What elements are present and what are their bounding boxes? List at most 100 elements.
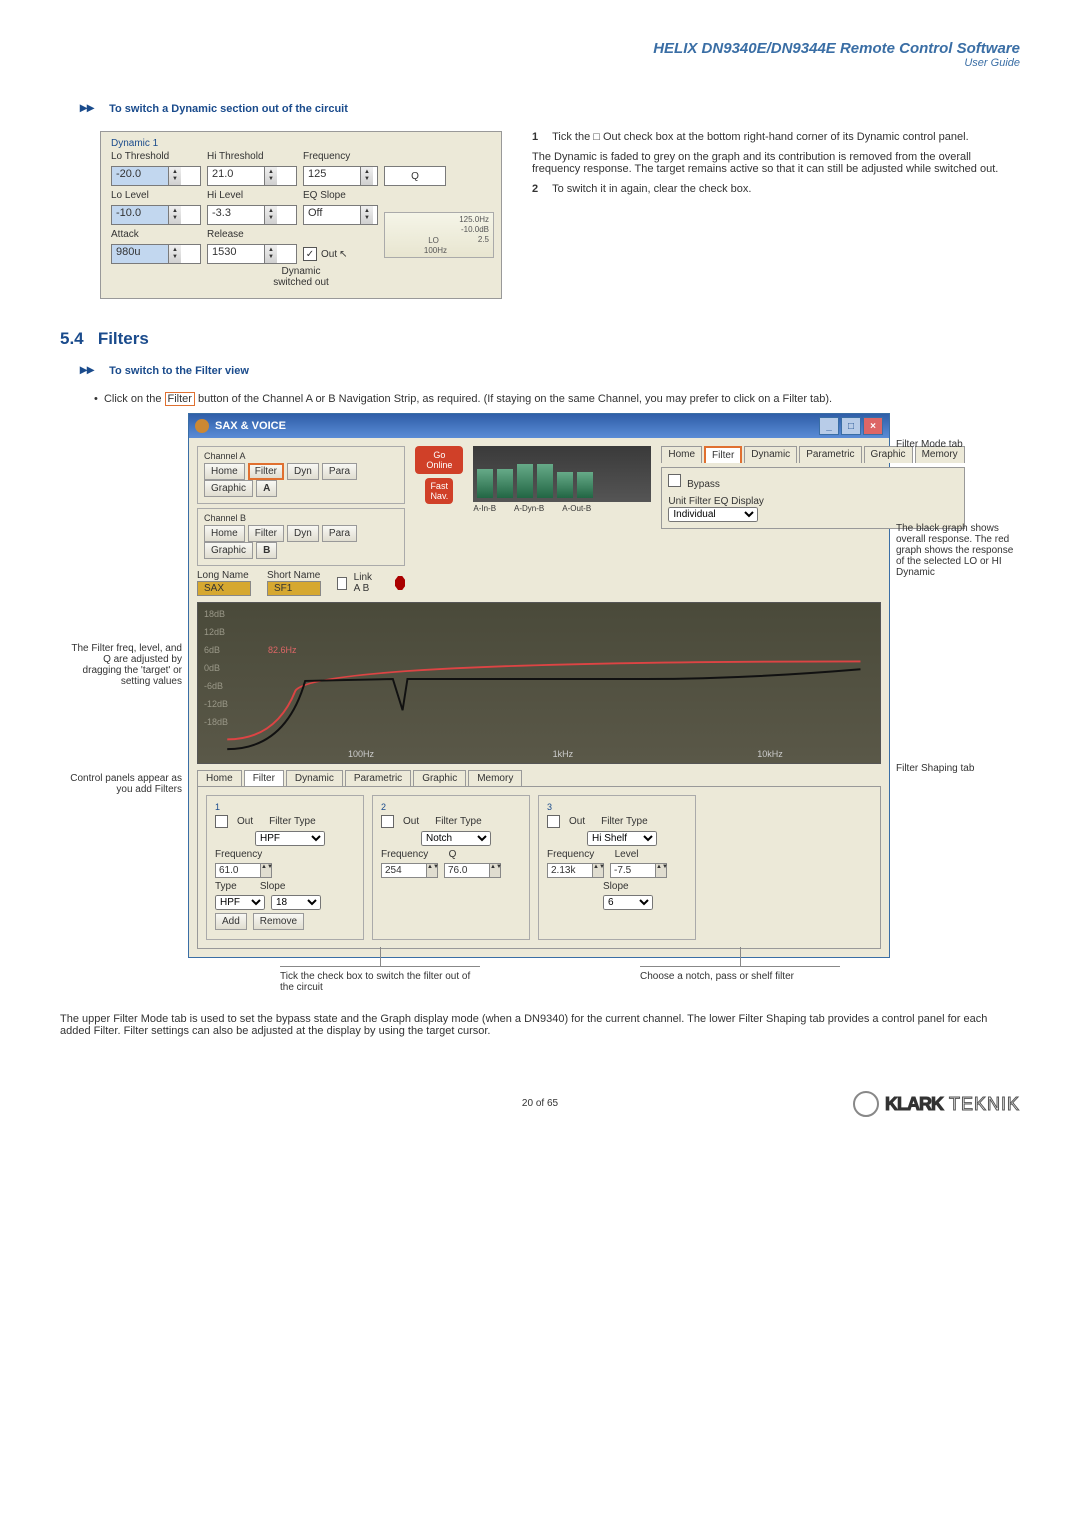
dynamic-callout: Dynamic switched out xyxy=(111,266,491,288)
dyn-button[interactable]: Dyn xyxy=(287,525,319,542)
callout-right-1: Filter Mode tab xyxy=(896,439,1016,450)
hi-level-spinner[interactable]: -3.3▲▼ xyxy=(207,205,297,225)
spinner-arrows-icon[interactable]: ▲▼ xyxy=(360,167,373,185)
channel-b-panel: Channel B Home Filter Dyn Para Graphic B xyxy=(197,508,405,566)
home-button[interactable]: Home xyxy=(204,463,245,480)
close-button[interactable]: × xyxy=(863,417,883,435)
level-meters xyxy=(473,446,651,502)
para-button[interactable]: Para xyxy=(322,463,357,480)
spinner-arrows-icon[interactable]: ▲▼ xyxy=(168,245,181,263)
lo-level-spinner[interactable]: -10.0▲▼ xyxy=(111,205,201,225)
out-checkbox[interactable] xyxy=(547,815,560,828)
attack-spinner[interactable]: 980u▲▼ xyxy=(111,244,201,264)
step-1-text: Tick the □ Out check box at the bottom r… xyxy=(552,131,969,143)
freq-spinner[interactable]: 61.0▲▼ xyxy=(215,863,272,878)
filter-type-select[interactable]: Notch xyxy=(421,831,491,846)
graphic-button[interactable]: Graphic xyxy=(204,542,253,559)
filter-button[interactable]: Filter xyxy=(248,525,284,542)
out-checkbox[interactable]: ✓ Out ↖ xyxy=(303,247,378,261)
short-name-label: Short Name xyxy=(267,570,320,581)
eq-slope-spinner[interactable]: Off▲▼ xyxy=(303,205,378,225)
bypass-checkbox[interactable]: Bypass xyxy=(668,479,720,490)
freq-spinner[interactable]: 2.13k▲▼ xyxy=(547,863,604,878)
step-1: 1 Tick the □ Out check box at the bottom… xyxy=(532,131,1020,143)
tab-home[interactable]: Home xyxy=(197,770,242,786)
stop-icon[interactable] xyxy=(395,576,405,590)
tab-memory[interactable]: Memory xyxy=(468,770,522,786)
doc-subtitle: User Guide xyxy=(60,57,1020,69)
maximize-button[interactable]: □ xyxy=(841,417,861,435)
tab-home[interactable]: Home xyxy=(661,446,702,463)
remove-button[interactable]: Remove xyxy=(253,913,304,930)
proc-heading-2: ▸▸ To switch to the Filter view xyxy=(80,361,1020,378)
lo-thresh-label: Lo Threshold xyxy=(111,151,201,162)
proc-heading-1-text: To switch a Dynamic section out of the c… xyxy=(109,103,348,115)
tab-parametric[interactable]: Parametric xyxy=(799,446,861,463)
proc-heading-1: ▸▸ To switch a Dynamic section out of th… xyxy=(80,99,1020,116)
minimize-button[interactable]: _ xyxy=(819,417,839,435)
lo-level-label: Lo Level xyxy=(111,190,201,201)
filter-shaping-pane: 1 Out Filter Type HPF Frequency 61.0▲▼ T… xyxy=(197,786,881,949)
step-1-num: 1 xyxy=(532,131,538,143)
dynamic-panel-title: Dynamic 1 xyxy=(111,138,491,149)
tab-graphic[interactable]: Graphic xyxy=(413,770,466,786)
checkbox-icon[interactable]: ✓ xyxy=(303,247,317,261)
lo-thresh-spinner[interactable]: -20.0▲▼ xyxy=(111,166,201,186)
release-label: Release xyxy=(207,229,297,240)
window-titlebar[interactable]: SAX & VOICE _ □ × xyxy=(189,414,889,438)
filter-2: 2 Out Filter Type Notch Frequency Q 254▲… xyxy=(372,795,530,940)
spinner-arrows-icon[interactable]: ▲▼ xyxy=(168,167,181,185)
app-icon xyxy=(195,419,209,433)
slope-select[interactable]: 6 xyxy=(603,895,653,910)
q-spinner[interactable]: 76.0▲▼ xyxy=(444,863,501,878)
cursor-icon: ↖ xyxy=(339,249,347,260)
long-name-label: Long Name xyxy=(197,570,249,581)
step-2-text: To switch it in again, clear the check b… xyxy=(552,183,751,195)
fast-nav-button[interactable]: Fast Nav. xyxy=(425,478,453,504)
home-button[interactable]: Home xyxy=(204,525,245,542)
para-button[interactable]: Para xyxy=(322,525,357,542)
step-2-num: 2 xyxy=(532,183,538,195)
filter-3: 3 Out Filter Type Hi Shelf Frequency Lev… xyxy=(538,795,696,940)
go-online-button[interactable]: Go Online xyxy=(415,446,463,474)
ufed-select[interactable]: Individual xyxy=(668,507,758,522)
callout-left-1: The Filter freq, level, and Q are adjust… xyxy=(62,643,182,687)
spinner-arrows-icon[interactable]: ▲▼ xyxy=(264,206,277,224)
add-button[interactable]: Add xyxy=(215,913,247,930)
hi-thresh-label: Hi Threshold xyxy=(207,151,297,162)
filter-type-select[interactable]: Hi Shelf xyxy=(587,831,657,846)
out-checkbox[interactable] xyxy=(381,815,394,828)
channel-b-indicator: B xyxy=(256,542,277,559)
tab-filter[interactable]: Filter xyxy=(244,770,284,786)
filter-button[interactable]: Filter xyxy=(248,463,284,480)
spinner-arrows-icon[interactable]: ▲▼ xyxy=(168,206,181,224)
frequency-spinner[interactable]: 125▲▼ xyxy=(303,166,378,186)
tab-filter[interactable]: Filter xyxy=(704,446,742,463)
tab-parametric[interactable]: Parametric xyxy=(345,770,411,786)
attack-label: Attack xyxy=(111,229,201,240)
hi-thresh-spinner[interactable]: 21.0▲▼ xyxy=(207,166,297,186)
out-checkbox[interactable] xyxy=(215,815,228,828)
spinner-arrows-icon[interactable]: ▲▼ xyxy=(264,245,277,263)
dynamic-mini-graph: 125.0Hz -10.0dB 2.5 LO 100Hz xyxy=(384,212,494,258)
type-select[interactable]: HPF xyxy=(215,895,265,910)
callout-below-2: Choose a notch, pass or shelf filter xyxy=(640,966,840,993)
graphic-button[interactable]: Graphic xyxy=(204,480,253,497)
arrows-icon: ▸▸ xyxy=(80,99,94,115)
spinner-arrows-icon[interactable]: ▲▼ xyxy=(360,206,373,224)
spinner-arrows-icon[interactable]: ▲▼ xyxy=(264,167,277,185)
filter-type-select[interactable]: HPF xyxy=(255,831,325,846)
dyn-button[interactable]: Dyn xyxy=(287,463,319,480)
freq-spinner[interactable]: 254▲▼ xyxy=(381,863,438,878)
tab-dynamic[interactable]: Dynamic xyxy=(744,446,797,463)
short-name-field[interactable]: SF1 xyxy=(267,581,321,596)
level-spinner[interactable]: -7.5▲▼ xyxy=(610,863,667,878)
response-graph[interactable]: 18dB 12dB 6dB 0dB -6dB -12dB -18dB 82.6H… xyxy=(197,602,881,764)
link-ab-checkbox[interactable]: Link A B xyxy=(337,572,379,594)
section-heading: 5.4 Filters xyxy=(60,329,1020,349)
tab-dynamic[interactable]: Dynamic xyxy=(286,770,343,786)
long-name-field[interactable]: SAX xyxy=(197,581,251,596)
release-spinner[interactable]: 1530▲▼ xyxy=(207,244,297,264)
slope-select[interactable]: 18 xyxy=(271,895,321,910)
arrows-icon: ▸▸ xyxy=(80,361,94,377)
